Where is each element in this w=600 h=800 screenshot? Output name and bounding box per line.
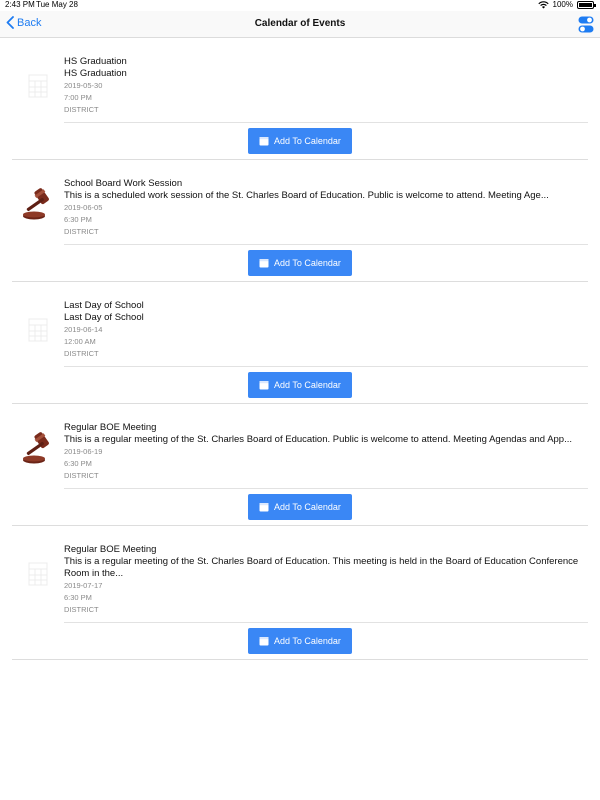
toggle-settings-icon[interactable]: [578, 16, 594, 33]
event-date: 2019-06-05: [64, 203, 103, 212]
event-time: 12:00 AM: [64, 337, 96, 346]
event-body[interactable]: HS Graduation HS Graduation 2019-05-30 7…: [12, 38, 588, 122]
event-item[interactable]: Last Day of School Last Day of School 20…: [12, 282, 588, 404]
add-to-calendar-button[interactable]: Add To Calendar: [248, 494, 352, 520]
event-category: DISTRICT: [64, 227, 99, 236]
calendar-grid-icon: [20, 556, 56, 592]
status-date: Tue May 28: [36, 0, 78, 9]
gavel-icon: [20, 430, 56, 466]
event-time: 6:30 PM: [64, 459, 92, 468]
calendar-icon: [259, 381, 269, 390]
calendar-icon: [259, 137, 269, 146]
status-bar: 2:43 PM Tue May 28 100%: [0, 0, 600, 11]
event-category: DISTRICT: [64, 105, 99, 114]
event-body[interactable]: Regular BOE Meeting This is a regular me…: [12, 526, 588, 622]
calendar-icon: [259, 259, 269, 268]
event-title: Regular BOE Meeting: [64, 422, 157, 433]
nav-bar: Back Calendar of Events: [0, 11, 600, 38]
event-title: Regular BOE Meeting: [64, 544, 157, 555]
event-time: 6:30 PM: [64, 593, 92, 602]
event-time: 7:00 PM: [64, 93, 92, 102]
add-to-calendar-button[interactable]: Add To Calendar: [248, 372, 352, 398]
event-actions: Add To Calendar: [12, 623, 588, 659]
event-description: This is a regular meeting of the St. Cha…: [64, 434, 573, 445]
calendar-icon: [259, 637, 269, 646]
gavel-icon: [20, 186, 56, 222]
event-list: HS Graduation HS Graduation 2019-05-30 7…: [12, 38, 588, 660]
wifi-icon: [537, 0, 549, 8]
battery-icon: [577, 0, 596, 9]
event-actions: Add To Calendar: [12, 245, 588, 281]
event-category: DISTRICT: [64, 471, 99, 480]
calendar-grid-icon: [20, 312, 56, 348]
add-to-calendar-label: Add To Calendar: [274, 380, 341, 390]
event-date: 2019-05-30: [64, 81, 103, 90]
add-to-calendar-label: Add To Calendar: [274, 136, 341, 146]
event-actions: Add To Calendar: [12, 123, 588, 159]
calendar-grid-icon: [20, 68, 56, 104]
event-description: This is a regular meeting of the St. Cha…: [64, 556, 579, 579]
event-actions: Add To Calendar: [12, 489, 588, 525]
event-description: Last Day of School: [64, 312, 144, 323]
event-description: HS Graduation: [64, 68, 127, 79]
battery-percent: 100%: [552, 0, 573, 9]
event-date: 2019-06-14: [64, 325, 103, 334]
event-body[interactable]: Last Day of School Last Day of School 20…: [12, 282, 588, 366]
add-to-calendar-button[interactable]: Add To Calendar: [248, 250, 352, 276]
event-item[interactable]: Regular BOE Meeting This is a regular me…: [12, 526, 588, 660]
add-to-calendar-label: Add To Calendar: [274, 258, 341, 268]
add-to-calendar-label: Add To Calendar: [274, 636, 341, 646]
event-title: School Board Work Session: [64, 178, 183, 189]
add-to-calendar-button[interactable]: Add To Calendar: [248, 628, 352, 654]
event-description: This is a scheduled work session of the …: [64, 190, 549, 201]
page-title: Calendar of Events: [254, 18, 346, 29]
status-time: 2:43 PM: [5, 0, 35, 9]
event-title: Last Day of School: [64, 300, 144, 311]
event-date: 2019-06-19: [64, 447, 103, 456]
event-category: DISTRICT: [64, 349, 99, 358]
event-item[interactable]: School Board Work Session This is a sche…: [12, 160, 588, 282]
add-to-calendar-label: Add To Calendar: [274, 502, 341, 512]
calendar-icon: [259, 503, 269, 512]
event-time: 6:30 PM: [64, 215, 92, 224]
event-title: HS Graduation: [64, 56, 127, 67]
event-date: 2019-07-17: [64, 581, 103, 590]
event-category: DISTRICT: [64, 605, 99, 614]
status-right: 100%: [537, 0, 596, 9]
event-item[interactable]: HS Graduation HS Graduation 2019-05-30 7…: [12, 38, 588, 160]
event-body[interactable]: School Board Work Session This is a sche…: [12, 160, 588, 244]
event-item[interactable]: Regular BOE Meeting This is a regular me…: [12, 404, 588, 526]
event-actions: Add To Calendar: [12, 367, 588, 403]
add-to-calendar-button[interactable]: Add To Calendar: [248, 128, 352, 154]
event-body[interactable]: Regular BOE Meeting This is a regular me…: [12, 404, 588, 488]
